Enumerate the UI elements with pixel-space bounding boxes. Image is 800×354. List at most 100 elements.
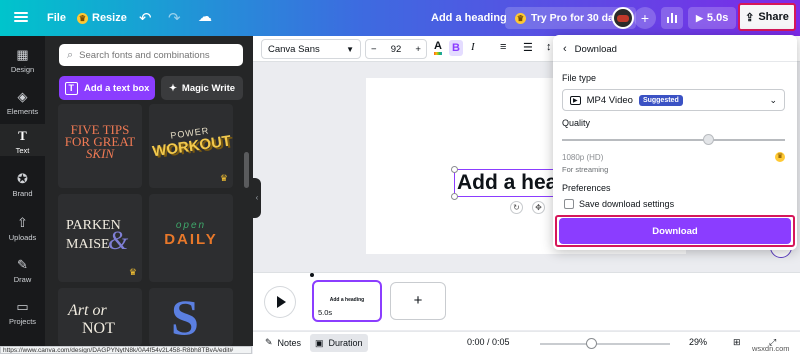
play-button[interactable] (265, 287, 295, 317)
font-search[interactable]: ⌕ (59, 44, 243, 66)
file-menu-button[interactable]: File (47, 12, 66, 24)
nav-item-brand[interactable]: ✪ Brand (0, 168, 45, 198)
duration-button[interactable]: ▣ Duration (310, 334, 368, 352)
suggested-badge: Suggested (638, 94, 683, 106)
ampersand-decor: & (108, 226, 129, 255)
magic-write-label: Magic Write (181, 82, 236, 94)
download-button[interactable]: Download (559, 218, 791, 244)
preferences-label: Preferences (562, 183, 611, 193)
playhead-marker[interactable] (310, 273, 314, 277)
search-icon: ⌕ (67, 48, 74, 61)
nav-label: Text (15, 146, 30, 155)
nav-item-design[interactable]: ▦ Design (0, 44, 45, 74)
search-input[interactable] (79, 49, 230, 61)
text-panel: ⌕ T Add a text box ✦ Magic Write FIVE TI… (45, 36, 253, 346)
italic-icon[interactable]: I (471, 41, 475, 53)
zoom-slider-thumb[interactable] (586, 338, 597, 349)
video-icon: ▶ (570, 95, 581, 105)
collapse-panel-handle[interactable]: ‹ (253, 178, 261, 218)
resize-handle[interactable] (451, 166, 458, 173)
status-url: https://www.canva.com/design/DAGPYNytN8k… (0, 346, 252, 354)
grid-view-icon[interactable]: ⊞ (733, 337, 741, 348)
undo-icon[interactable]: ↶ (139, 9, 152, 27)
tile-text: Art or (68, 302, 107, 319)
add-collaborator-icon[interactable]: + (634, 7, 656, 29)
menu-icon[interactable] (14, 10, 28, 24)
text-template-tile[interactable]: POWER WORKOUT ♛ (149, 104, 233, 188)
magic-wand-icon: ✦ (168, 82, 177, 94)
layout-icon: ▦ (16, 47, 29, 62)
file-type-select[interactable]: ▶ MP4 Video Suggested ⌄ (562, 89, 785, 111)
left-navigation: ▦ Design ◈ Elements T Text ✪ Brand ⇧ Upl… (0, 36, 45, 346)
timeline: Add a heading 5.0s + (253, 272, 800, 330)
file-type-label: File type (562, 73, 597, 83)
nav-item-elements[interactable]: ◈ Elements (0, 86, 45, 116)
plus-icon[interactable]: + (415, 44, 421, 55)
resize-label: Resize (92, 12, 127, 24)
text-template-tile[interactable]: FIVE TIPS FOR GREAT SKIN (58, 104, 142, 188)
redo-icon[interactable]: ↷ (168, 9, 181, 27)
font-selector[interactable]: Canva Sans ▼ (261, 39, 361, 59)
zoom-slider-track[interactable] (540, 343, 670, 345)
zoom-level[interactable]: 29% (689, 337, 707, 347)
avatar[interactable] (612, 7, 634, 29)
align-center-icon[interactable]: ≡ (500, 41, 506, 53)
add-text-box-button[interactable]: T Add a text box (59, 76, 155, 100)
font-size-stepper[interactable]: − 92 + (365, 39, 427, 59)
nav-label: Elements (6, 107, 39, 116)
nav-item-uploads[interactable]: ⇧ Uploads (0, 212, 45, 242)
nav-item-projects[interactable]: ▭ Projects (0, 296, 45, 326)
panel-scrollbar[interactable] (244, 152, 249, 188)
cloud-save-icon[interactable]: ☁ (198, 8, 212, 25)
nav-item-text[interactable]: T Text (0, 124, 45, 156)
insights-icon[interactable] (661, 7, 683, 29)
top-bar: File ♛ Resize ↶ ↷ ☁ Add a heading ♛ Try … (0, 0, 800, 36)
heading-text-element[interactable]: Add a heading (454, 169, 564, 197)
text-template-tile[interactable]: open DAILY (149, 194, 233, 282)
chevron-down-icon: ▼ (346, 44, 354, 54)
crown-icon: ♛ (515, 12, 526, 24)
crown-icon: ♛ (775, 152, 785, 162)
tile-text: DAILY (164, 231, 218, 248)
nav-label: Brand (12, 189, 33, 198)
bold-icon[interactable]: B (449, 40, 463, 56)
magic-write-button[interactable]: ✦ Magic Write (161, 76, 243, 100)
add-page-button[interactable]: + (390, 282, 446, 320)
present-button[interactable]: ▶ 5.0s (688, 7, 737, 29)
footer-bar: ✎ Notes ▣ Duration 0:00 / 0:05 29% ⊞ ⤢ (253, 331, 800, 354)
text-template-tile[interactable]: PARKEN MAISE & ♛ (58, 194, 142, 282)
rotate-icon[interactable]: ↻ (510, 201, 523, 214)
clip-duration: 5.0s (318, 308, 333, 317)
quality-slider-track[interactable] (562, 139, 785, 141)
resize-handle[interactable] (451, 193, 458, 200)
notes-label: Notes (277, 337, 302, 348)
list-icon[interactable]: ☰ (523, 41, 533, 54)
save-settings-checkbox[interactable] (564, 199, 574, 209)
document-title[interactable]: Add a heading (431, 12, 507, 24)
text-template-tile[interactable]: Art or NOT (58, 288, 142, 346)
share-button[interactable]: ⇪ Share (738, 3, 796, 31)
timeline-clip[interactable]: Add a heading 5.0s (312, 280, 382, 322)
minus-icon[interactable]: − (371, 44, 377, 55)
line-spacing-icon[interactable]: ↕ (546, 41, 552, 53)
text-template-tile[interactable]: S (149, 288, 233, 346)
resize-button[interactable]: ♛ Resize (77, 12, 127, 24)
save-settings-label[interactable]: Save download settings (579, 199, 674, 209)
heading-text[interactable]: Add a heading (457, 171, 563, 195)
upload-cloud-icon: ⇧ (17, 215, 28, 230)
nav-item-draw[interactable]: ✎ Draw (0, 254, 45, 284)
quality-slider-thumb[interactable] (703, 134, 714, 145)
notes-icon: ✎ (265, 337, 273, 347)
font-name: Canva Sans (268, 43, 320, 55)
move-icon[interactable]: ✥ (532, 201, 545, 214)
notes-button[interactable]: ✎ Notes (265, 337, 301, 348)
back-arrow-icon[interactable]: ‹ (563, 43, 567, 55)
download-label: Download (652, 225, 698, 237)
tile-text: open (175, 220, 207, 231)
text-color-icon[interactable]: A (434, 41, 442, 55)
add-text-label: Add a text box (84, 82, 150, 94)
download-panel-header: ‹ Download (563, 43, 617, 55)
font-size-value[interactable]: 92 (391, 44, 402, 55)
text-box-icon: T (64, 81, 79, 95)
file-label: File (47, 12, 66, 24)
